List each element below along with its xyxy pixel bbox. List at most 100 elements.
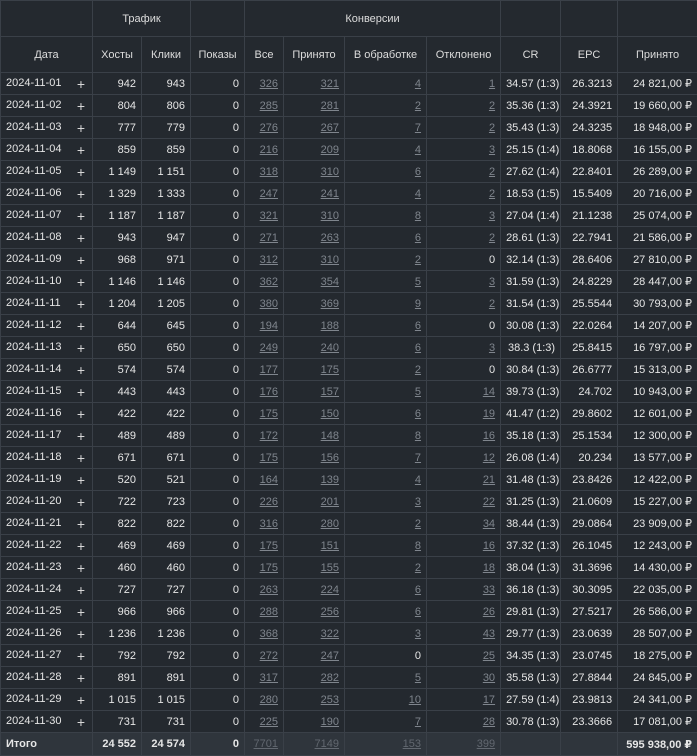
row-accepted-link[interactable]: 267	[321, 122, 339, 134]
row-rejected-link[interactable]: 26	[483, 606, 495, 618]
row-accepted-link[interactable]: 310	[321, 254, 339, 266]
row-pending-link[interactable]: 6	[415, 408, 421, 420]
row-rejected-link[interactable]: 2	[489, 232, 495, 244]
row-rejected-link[interactable]: 16	[483, 430, 495, 442]
row-accepted-link[interactable]: 253	[321, 694, 339, 706]
row-all-link[interactable]: 225	[260, 716, 278, 728]
row-rejected-link[interactable]: 3	[489, 144, 495, 156]
row-pending-link[interactable]: 8	[415, 540, 421, 552]
row-pending-link[interactable]: 2	[415, 364, 421, 376]
col-rejected[interactable]: Отклонено	[427, 37, 501, 73]
row-rejected-link[interactable]: 3	[489, 276, 495, 288]
row-all-link[interactable]: 285	[260, 100, 278, 112]
row-pending-link[interactable]: 2	[415, 254, 421, 266]
plus-icon[interactable]: +	[77, 561, 85, 575]
row-pending-link[interactable]: 6	[415, 166, 421, 178]
row-pending-link[interactable]: 3	[415, 628, 421, 640]
plus-icon[interactable]: +	[77, 209, 85, 223]
row-all-link[interactable]: 368	[260, 628, 278, 640]
row-accepted-link[interactable]: 281	[321, 100, 339, 112]
row-pending-link[interactable]: 7	[415, 452, 421, 464]
plus-icon[interactable]: +	[77, 231, 85, 245]
row-rejected-link[interactable]: 19	[483, 408, 495, 420]
col-clicks[interactable]: Клики	[142, 37, 191, 73]
row-all-link[interactable]: 249	[260, 342, 278, 354]
row-all-link[interactable]: 326	[260, 78, 278, 90]
row-pending-link[interactable]: 6	[415, 320, 421, 332]
row-all-link[interactable]: 272	[260, 650, 278, 662]
row-all-link[interactable]: 280	[260, 694, 278, 706]
col-epc[interactable]: EPC	[561, 37, 618, 73]
plus-icon[interactable]: +	[77, 473, 85, 487]
plus-icon[interactable]: +	[77, 341, 85, 355]
row-accepted-link[interactable]: 310	[321, 166, 339, 178]
row-pending-link[interactable]: 6	[415, 342, 421, 354]
row-accepted-link[interactable]: 282	[321, 672, 339, 684]
row-pending-link[interactable]: 4	[415, 188, 421, 200]
plus-icon[interactable]: +	[77, 649, 85, 663]
row-rejected-link[interactable]: 18	[483, 562, 495, 574]
row-pending-link[interactable]: 9	[415, 298, 421, 310]
plus-icon[interactable]: +	[77, 627, 85, 641]
row-pending-link[interactable]: 2	[415, 518, 421, 530]
row-accepted-link[interactable]: 157	[321, 386, 339, 398]
row-accepted-link[interactable]: 201	[321, 496, 339, 508]
row-accepted-link[interactable]: 224	[321, 584, 339, 596]
total-all-link[interactable]: 7701	[254, 738, 278, 750]
row-rejected-link[interactable]: 12	[483, 452, 495, 464]
row-all-link[interactable]: 175	[260, 540, 278, 552]
plus-icon[interactable]: +	[77, 429, 85, 443]
row-all-link[interactable]: 164	[260, 474, 278, 486]
plus-icon[interactable]: +	[77, 539, 85, 553]
row-all-link[interactable]: 380	[260, 298, 278, 310]
row-accepted-link[interactable]: 150	[321, 408, 339, 420]
row-accepted-link[interactable]: 156	[321, 452, 339, 464]
row-all-link[interactable]: 216	[260, 144, 278, 156]
row-rejected-link[interactable]: 25	[483, 650, 495, 662]
row-rejected-link[interactable]: 30	[483, 672, 495, 684]
row-pending-link[interactable]: 5	[415, 386, 421, 398]
plus-icon[interactable]: +	[77, 693, 85, 707]
plus-icon[interactable]: +	[77, 517, 85, 531]
row-rejected-link[interactable]: 34	[483, 518, 495, 530]
col-shows[interactable]: Показы	[191, 37, 245, 73]
plus-icon[interactable]: +	[77, 495, 85, 509]
row-all-link[interactable]: 226	[260, 496, 278, 508]
row-pending-link[interactable]: 6	[415, 606, 421, 618]
row-all-link[interactable]: 175	[260, 408, 278, 420]
row-accepted-link[interactable]: 241	[321, 188, 339, 200]
row-all-link[interactable]: 362	[260, 276, 278, 288]
row-pending-link[interactable]: 4	[415, 144, 421, 156]
plus-icon[interactable]: +	[77, 451, 85, 465]
row-pending-link[interactable]: 2	[415, 100, 421, 112]
row-all-link[interactable]: 312	[260, 254, 278, 266]
row-rejected-link[interactable]: 21	[483, 474, 495, 486]
row-rejected-link[interactable]: 43	[483, 628, 495, 640]
row-all-link[interactable]: 271	[260, 232, 278, 244]
plus-icon[interactable]: +	[77, 121, 85, 135]
row-accepted-link[interactable]: 369	[321, 298, 339, 310]
row-rejected-link[interactable]: 3	[489, 210, 495, 222]
row-rejected-link[interactable]: 1	[489, 78, 495, 90]
row-rejected-link[interactable]: 2	[489, 298, 495, 310]
row-accepted-link[interactable]: 322	[321, 628, 339, 640]
row-pending-link[interactable]: 8	[415, 430, 421, 442]
row-rejected-link[interactable]: 16	[483, 540, 495, 552]
row-rejected-link[interactable]: 2	[489, 166, 495, 178]
plus-icon[interactable]: +	[77, 77, 85, 91]
col-pending[interactable]: В обработке	[345, 37, 427, 73]
plus-icon[interactable]: +	[77, 99, 85, 113]
row-rejected-link[interactable]: 3	[489, 342, 495, 354]
plus-icon[interactable]: +	[77, 165, 85, 179]
row-pending-link[interactable]: 3	[415, 496, 421, 508]
plus-icon[interactable]: +	[77, 715, 85, 729]
row-all-link[interactable]: 172	[260, 430, 278, 442]
row-pending-link[interactable]: 6	[415, 232, 421, 244]
row-accepted-link[interactable]: 151	[321, 540, 339, 552]
plus-icon[interactable]: +	[77, 605, 85, 619]
row-accepted-link[interactable]: 155	[321, 562, 339, 574]
col-hosts[interactable]: Хосты	[93, 37, 142, 73]
row-rejected-link[interactable]: 14	[483, 386, 495, 398]
col-date[interactable]: Дата	[1, 37, 93, 73]
row-rejected-link[interactable]: 17	[483, 694, 495, 706]
